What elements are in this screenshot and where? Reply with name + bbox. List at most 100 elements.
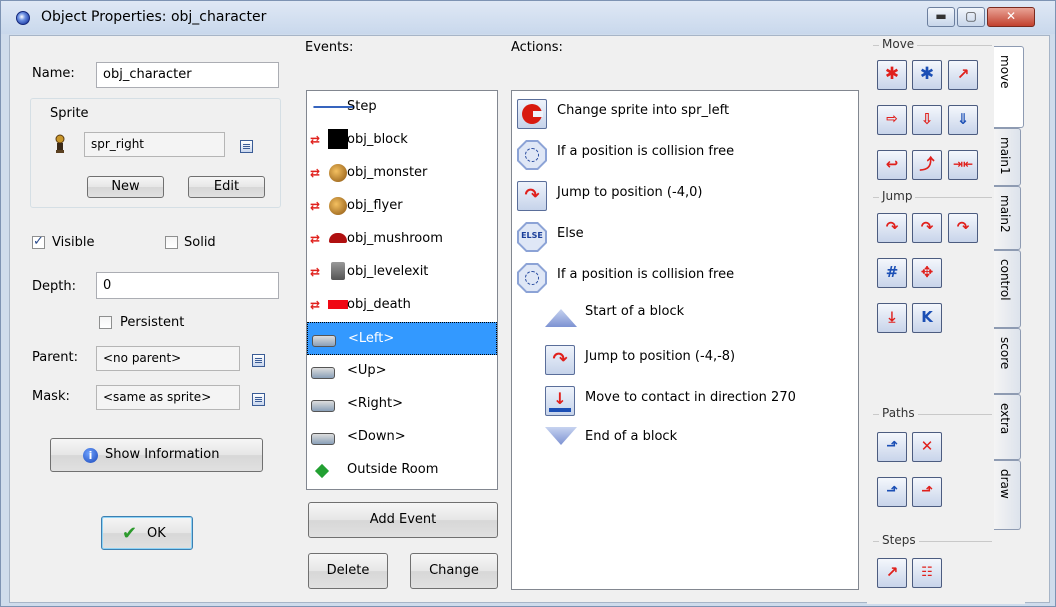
move-fixed-icon[interactable]: ✱	[877, 60, 907, 90]
action-item[interactable]: ↓ Move to contact in direction 270	[512, 383, 852, 423]
start-block-icon	[545, 309, 577, 327]
event-item[interactable]: <Up>	[307, 355, 497, 388]
set-path-icon[interactable]: ⬏	[877, 432, 907, 462]
section-jump-label: Jump	[879, 189, 916, 203]
end-path-icon[interactable]: ✕	[912, 432, 942, 462]
tab-move[interactable]: move	[994, 46, 1024, 128]
action-item[interactable]: ↷ Jump to position (-4,0)	[512, 178, 852, 218]
event-item[interactable]: ⸻ Step	[307, 91, 497, 124]
event-item[interactable]: ⇄ obj_death	[307, 289, 497, 322]
sprite-field[interactable]: spr_right	[84, 132, 225, 157]
action-item[interactable]: If a position is collision free	[512, 260, 852, 300]
name-label: Name:	[32, 66, 75, 81]
move-free-icon[interactable]: ✱	[912, 60, 942, 90]
tab-main2[interactable]: main2	[994, 186, 1021, 250]
tab-draw[interactable]: draw	[994, 460, 1021, 530]
name-field[interactable]: obj_character	[96, 62, 279, 88]
event-item[interactable]: ⇄ obj_levelexit	[307, 256, 497, 289]
tab-score[interactable]: score	[994, 328, 1021, 394]
outside-room-icon	[314, 463, 330, 479]
action-library-panel: Move ✱ ✱ ↗ ⇨ ⇩ ⇓ ↩ ⤴ ⇥⇤ Jump ↷ ↷ ↷ # ✥ ⤓…	[867, 36, 1025, 604]
collision-monster-icon	[329, 164, 347, 182]
step-towards-icon[interactable]: ↗	[877, 558, 907, 588]
set-gravity-icon[interactable]: ⇓	[948, 105, 978, 135]
action-item[interactable]: ELSE Else	[512, 219, 852, 259]
set-friction-icon[interactable]: ⇥⇤	[948, 150, 978, 180]
action-label: Else	[557, 226, 584, 241]
parent-menu-icon[interactable]	[252, 354, 265, 367]
action-item[interactable]: End of a block	[512, 424, 852, 464]
collision-free-icon	[517, 263, 547, 293]
event-label: obj_levelexit	[347, 264, 429, 279]
actions-header: Actions:	[511, 40, 563, 55]
section-move-label: Move	[879, 37, 918, 51]
event-item[interactable]: ⇄ obj_monster	[307, 157, 497, 190]
keyboard-icon	[311, 400, 335, 412]
minimize-button[interactable]: ▬	[927, 7, 955, 27]
event-item[interactable]: ⇄ obj_mushroom	[307, 223, 497, 256]
parent-field[interactable]: <no parent>	[96, 346, 240, 371]
bounce-icon[interactable]: K	[912, 303, 942, 333]
visible-label: Visible	[52, 235, 95, 250]
event-item[interactable]: <Right>	[307, 388, 497, 421]
tab-extra[interactable]: extra	[994, 394, 1021, 460]
jump-to-position-icon[interactable]: ↷	[877, 213, 907, 243]
mask-menu-icon[interactable]	[252, 393, 265, 406]
action-item[interactable]: Start of a block	[512, 301, 852, 341]
sprite-menu-icon[interactable]	[240, 140, 253, 153]
action-item[interactable]: If a position is collision free	[512, 137, 852, 177]
keyboard-icon	[311, 367, 335, 379]
step-avoiding-icon[interactable]: ☷	[912, 558, 942, 588]
new-sprite-button[interactable]: New	[87, 176, 164, 198]
action-item[interactable]: ↷ Jump to position (-4,-8)	[512, 342, 852, 382]
edit-sprite-button[interactable]: Edit	[188, 176, 265, 198]
info-icon: i	[83, 448, 98, 463]
persistent-checkbox[interactable]	[99, 316, 112, 329]
title-bar[interactable]: Object Properties: obj_character ▬ ▢ ✕	[1, 1, 1055, 34]
tab-main1[interactable]: main1	[994, 128, 1021, 186]
object-properties-window: Object Properties: obj_character ▬ ▢ ✕ N…	[0, 0, 1056, 607]
event-item[interactable]: ⇄ obj_block	[307, 124, 497, 157]
visible-checkbox[interactable]	[32, 234, 45, 249]
mask-field[interactable]: <same as sprite>	[96, 385, 240, 410]
event-item[interactable]: <Down>	[307, 421, 497, 454]
move-towards-icon[interactable]: ↗	[948, 60, 978, 90]
events-list[interactable]: ⸻ Step ⇄ obj_block ⇄ obj_monster ⇄ obj_flyer ⇄ ob…	[306, 90, 498, 490]
object-icon	[16, 11, 30, 25]
actions-list[interactable]: Change sprite into spr_left If a position…	[511, 90, 859, 590]
solid-checkbox[interactable]	[165, 236, 178, 249]
action-item[interactable]: Change sprite into spr_left	[512, 96, 852, 136]
ok-button[interactable]: ✔ OK	[101, 516, 193, 550]
delete-event-button[interactable]: Delete	[308, 553, 388, 589]
collision-mushroom-icon	[329, 233, 347, 243]
collision-arrows-icon: ⇄	[310, 133, 321, 147]
jump-to-start-icon[interactable]: ↷	[912, 213, 942, 243]
depth-field[interactable]: 0	[96, 272, 279, 299]
event-label: <Down>	[347, 429, 406, 444]
end-block-icon	[545, 427, 577, 445]
show-information-button[interactable]: i Show Information	[50, 438, 263, 472]
action-label: Start of a block	[585, 304, 685, 319]
sprite-icon	[55, 134, 65, 153]
event-item[interactable]: Outside Room	[307, 454, 497, 487]
path-position-icon[interactable]: ⬏	[877, 477, 907, 507]
path-speed-icon[interactable]: ⬏	[912, 477, 942, 507]
reverse-vertical-icon[interactable]: ⤴	[912, 150, 942, 180]
close-button[interactable]: ✕	[987, 7, 1035, 27]
event-item[interactable]: <Left>	[307, 322, 497, 355]
align-to-grid-icon[interactable]: #	[877, 258, 907, 288]
change-event-button[interactable]: Change	[410, 553, 498, 589]
maximize-button[interactable]: ▢	[957, 7, 985, 27]
event-label: <Up>	[347, 363, 387, 378]
event-item[interactable]: ⇄ obj_flyer	[307, 190, 497, 223]
event-label: obj_block	[347, 132, 408, 147]
move-to-contact-icon[interactable]: ⤓	[877, 303, 907, 333]
wrap-screen-icon[interactable]: ✥	[912, 258, 942, 288]
change-sprite-icon	[517, 99, 547, 129]
add-event-button[interactable]: Add Event	[308, 502, 498, 538]
reverse-horizontal-icon[interactable]: ↩	[877, 150, 907, 180]
tab-control[interactable]: control	[994, 250, 1021, 328]
speed-vertical-icon[interactable]: ⇩	[912, 105, 942, 135]
speed-horizontal-icon[interactable]: ⇨	[877, 105, 907, 135]
jump-to-random-icon[interactable]: ↷	[948, 213, 978, 243]
